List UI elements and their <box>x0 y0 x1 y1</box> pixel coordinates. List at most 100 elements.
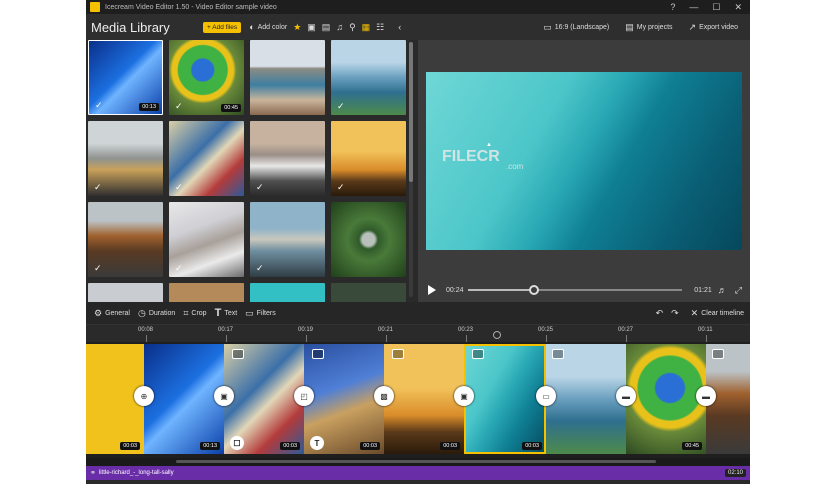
timeline-clip[interactable] <box>546 344 626 454</box>
text-tool[interactable]: T Text <box>215 307 238 319</box>
filters-tool[interactable]: ▭ Filters <box>245 308 276 318</box>
favorites-filter-icon[interactable]: ★ <box>293 22 301 32</box>
list-view-icon[interactable]: ☷ <box>376 22 384 32</box>
current-time: 00:24 <box>446 286 464 294</box>
add-color-button[interactable]: ◐ Add color <box>249 22 287 32</box>
transition-icon[interactable]: ◰ <box>294 386 314 406</box>
media-item[interactable] <box>169 283 244 302</box>
clear-timeline-button[interactable]: ✕ Clear timeline <box>691 308 744 318</box>
audio-filter-icon[interactable]: ♫ <box>336 22 343 32</box>
media-item[interactable] <box>88 283 163 302</box>
export-video-button[interactable]: ↗ Export video <box>689 22 738 32</box>
media-item[interactable] <box>331 283 406 302</box>
grid-view-icon[interactable]: ▦ <box>362 22 371 32</box>
media-item[interactable]: ✓ <box>250 202 325 277</box>
media-scrollbar[interactable] <box>409 42 413 297</box>
edit-toolbar: ⚙ General ◷ Duration ⌗ Crop T Text ▭ Filters … <box>86 302 750 324</box>
crop-badge-icon[interactable] <box>392 349 404 359</box>
clip-duration: 00:03 <box>360 442 380 450</box>
my-projects-label: My projects <box>636 23 673 31</box>
export-label: Export video <box>699 23 738 31</box>
video-filter-icon[interactable]: ▣ <box>307 22 316 32</box>
ruler-mark <box>146 335 147 342</box>
clip-lock-icon[interactable]: ☐ <box>230 436 244 450</box>
add-files-button[interactable]: + Add files <box>203 21 242 33</box>
collapse-panel-icon[interactable]: ‹ <box>398 22 401 32</box>
media-item[interactable] <box>250 40 325 115</box>
clip-duration: 00:03 <box>120 442 140 450</box>
timeline-ruler[interactable]: 00:08 00:17 00:19 00:21 00:23 00:25 00:2… <box>86 324 750 342</box>
media-duration: 00:45 <box>221 104 241 112</box>
media-item[interactable]: ✓ <box>169 121 244 196</box>
timeline-clip-selected[interactable]: 00:03 <box>464 344 546 454</box>
fullscreen-icon[interactable]: ⤢ <box>735 285 742 295</box>
transition-icon[interactable]: ▣ <box>214 386 234 406</box>
timeline-scrollbar-thumb[interactable] <box>176 460 656 463</box>
clip-duration: 00:03 <box>522 442 542 450</box>
media-item[interactable] <box>331 202 406 277</box>
audio-track[interactable]: ⚭ little-richard_-_long-tall-sally 02:10 <box>86 466 750 480</box>
library-title: Media Library <box>91 19 170 35</box>
ruler-mark <box>706 335 707 342</box>
ruler-tick: 00:19 <box>298 327 314 333</box>
media-item[interactable]: ✓ 00:13 <box>88 40 163 115</box>
duration-label: Duration <box>148 309 176 317</box>
aspect-ratio-icon: ▭ <box>543 21 552 32</box>
transition-icon[interactable]: ▩ <box>374 386 394 406</box>
ruler-tick: 00:21 <box>378 327 394 333</box>
clock-icon: ◷ <box>137 307 146 318</box>
ruler-mark <box>306 335 307 342</box>
close-button[interactable]: ✕ <box>734 2 742 13</box>
crop-badge-icon[interactable] <box>312 349 324 359</box>
media-item[interactable] <box>250 283 325 302</box>
timeline-clip[interactable]: 00:45 <box>626 344 706 454</box>
ruler-tick: 00:25 <box>538 327 554 333</box>
redo-icon[interactable]: ↷ <box>671 308 679 318</box>
image-filter-icon[interactable]: ▤ <box>322 22 331 32</box>
transition-icon[interactable]: ▭ <box>536 386 556 406</box>
selected-check-icon: ✓ <box>256 263 264 273</box>
transition-icon[interactable]: ▬ <box>616 386 636 406</box>
my-projects-button[interactable]: ▤ My projects <box>625 22 673 32</box>
duration-tool[interactable]: ◷ Duration <box>137 307 176 318</box>
selected-check-icon: ✓ <box>95 100 103 110</box>
media-item[interactable]: ✓ <box>169 202 244 277</box>
crop-label: Crop <box>191 309 207 317</box>
transition-icon[interactable]: ▬ <box>696 386 716 406</box>
media-scrollbar-thumb[interactable] <box>409 42 413 182</box>
playhead-handle[interactable] <box>493 331 501 339</box>
transition-icon[interactable]: ▣ <box>454 386 474 406</box>
crop-badge-icon[interactable] <box>712 349 724 359</box>
media-item[interactable]: ✓ <box>331 40 406 115</box>
media-item[interactable]: ✓ <box>88 121 163 196</box>
timeline-clip[interactable]: 00:03 <box>384 344 464 454</box>
media-item[interactable]: ✓ 00:45 <box>169 40 244 115</box>
crop-badge-icon[interactable] <box>472 349 484 359</box>
aspect-ratio-button[interactable]: ▭ 16:9 (Landscape) <box>543 21 609 32</box>
crop-badge-icon[interactable] <box>552 349 564 359</box>
app-logo-icon <box>90 2 100 12</box>
seek-handle[interactable] <box>529 285 540 295</box>
volume-icon[interactable]: ♬ <box>718 285 727 295</box>
play-button[interactable] <box>428 285 436 295</box>
timeline-scrollbar[interactable] <box>86 458 750 466</box>
timeline-clip[interactable]: 00:13 <box>144 344 224 454</box>
zoom-transition-icon[interactable]: ⊕ <box>134 386 154 406</box>
filters-label: Filters <box>256 309 276 317</box>
clip-text-icon[interactable]: T <box>310 436 324 450</box>
undo-icon[interactable]: ↶ <box>656 308 664 318</box>
seek-bar[interactable] <box>468 285 682 295</box>
maximize-button[interactable]: ☐ <box>712 2 720 13</box>
minimize-button[interactable]: — <box>689 2 698 13</box>
crop-badge-icon[interactable] <box>232 349 244 359</box>
crop-tool[interactable]: ⌗ Crop <box>183 308 207 318</box>
help-icon[interactable]: ? <box>670 2 675 13</box>
seek-progress <box>468 289 535 291</box>
search-icon[interactable]: ⚲ <box>349 22 356 32</box>
general-tool[interactable]: ⚙ General <box>94 308 130 318</box>
clip-duration: 00:03 <box>280 442 300 450</box>
media-item[interactable]: ✓ <box>250 121 325 196</box>
media-item[interactable]: ✓ <box>331 121 406 196</box>
ruler-tick: 00:08 <box>138 327 154 333</box>
media-item[interactable]: ✓ <box>88 202 163 277</box>
